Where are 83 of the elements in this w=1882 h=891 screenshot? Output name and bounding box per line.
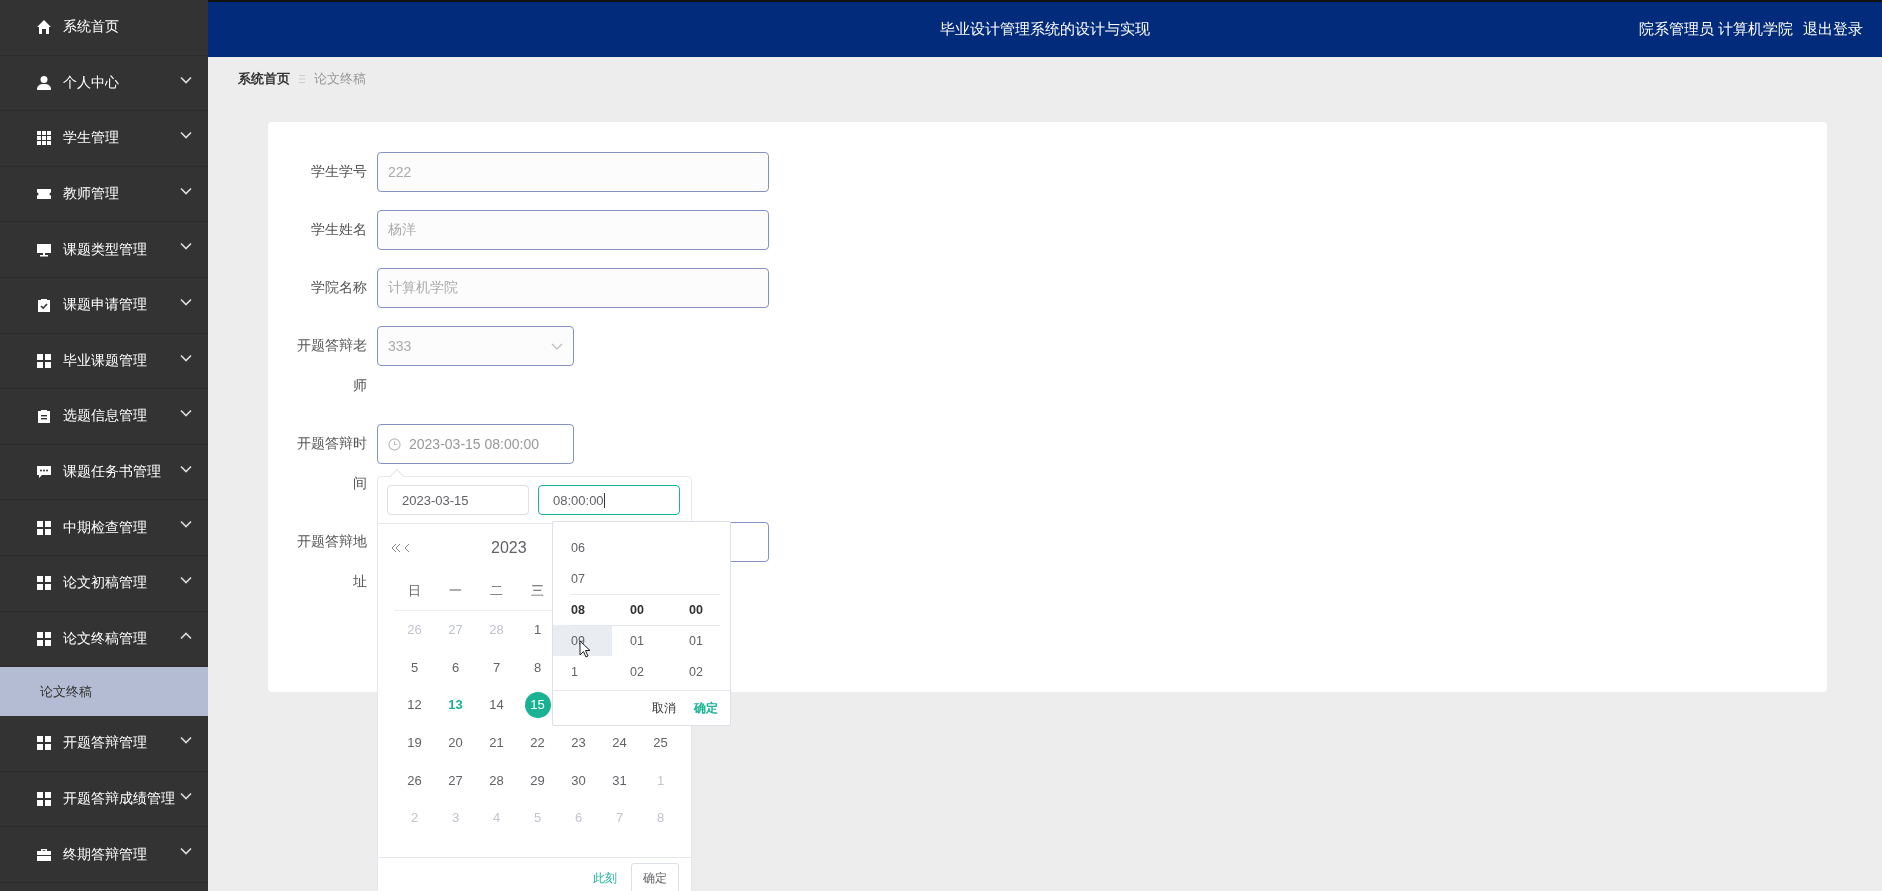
calendar-day[interactable]: 26 [401,767,428,794]
field-label: 开题答辩老师 [297,337,367,395]
field-label: 开题答辩时间 [297,435,367,493]
sidebar-item[interactable]: 中期检查管理 [0,500,208,556]
calendar-day[interactable]: 23 [565,729,592,756]
sidebar-item[interactable]: 论文初稿管理 [0,555,208,612]
grid-icon [36,791,52,807]
clipboard-check-icon [36,297,52,314]
sidebar-item[interactable]: 课题申请管理 [0,277,208,334]
weekday-label: 三 [531,582,544,600]
calendar-day[interactable]: 27 [442,767,469,794]
calendar-day[interactable]: 24 [606,729,633,756]
sidebar-item[interactable]: 课题类型管理 [0,222,208,278]
time-option[interactable]: 07 [553,563,612,594]
user-icon [36,74,52,91]
time-option[interactable]: 01 [671,625,730,656]
double-chevron-left-icon [391,543,401,553]
logout-link[interactable]: 退出登录 [1803,20,1863,39]
app-title: 毕业设计管理系统的设计与实现 [940,20,1150,39]
calendar-day[interactable]: 20 [442,729,469,756]
field-label: 学生学号 [310,163,367,181]
sidebar-item[interactable]: 开题答辩成绩管理 [0,771,208,828]
breadcrumb-item[interactable]: 系统首页 [238,70,290,88]
field-label: 学院名称 [310,279,367,297]
grid-icon [36,575,52,592]
field-label: 学生姓名 [310,221,367,239]
date-input[interactable]: 2023-03-15 [387,485,529,515]
grid-icon [36,352,52,369]
month-title[interactable]: 2023 [491,539,527,557]
chevron-left-icon [403,543,411,553]
time-option[interactable]: 01 [612,625,671,656]
time-option[interactable]: 00 [671,594,730,625]
weekday-label: 一 [449,582,462,600]
calendar-day[interactable]: 22 [524,729,551,756]
calendar-day[interactable]: 30 [565,767,592,794]
cancel-link[interactable]: 取消 [652,700,676,717]
field-label: 开题答辩地址 [297,533,367,591]
time-option[interactable]: 1 [553,656,612,687]
chat-icon [36,464,52,481]
calendar-day[interactable]: 6 [442,654,469,681]
calendar-day[interactable]: 28 [483,767,510,794]
calendar-day[interactable]: 21 [483,729,510,756]
sidebar-item[interactable]: 开题答辩管理 [0,716,208,772]
clipboard-icon [36,408,52,425]
sidebar-item[interactable]: 个人中心 [0,55,208,112]
sidebar-item[interactable]: 课题任务书管理 [0,444,208,501]
user-info: 院系管理员 计算机学院 [1638,20,1793,39]
ok-button[interactable]: 确定 [631,863,679,891]
grid-icon [36,630,52,647]
sidebar-item[interactable]: 终期答辩管理 [0,827,208,883]
calendar-day[interactable]: 19 [401,729,428,756]
time-option[interactable]: 06 [553,532,612,563]
calendar-day[interactable]: 14 [483,692,510,718]
calendar-day[interactable]: 8 [524,654,551,681]
calendar-day[interactable]: 25 [647,729,674,756]
monitor-icon [36,241,52,258]
separator-icon [298,74,306,84]
sidebar-item[interactable]: 毕业课题管理 [0,333,208,390]
grid-icon [36,735,52,752]
calendar-day[interactable]: 12 [401,692,428,718]
calendar-day[interactable]: 29 [524,767,551,794]
submenu-item[interactable]: 论文终稿 [0,667,208,717]
time-input[interactable]: 08:00:00 [538,485,680,515]
calendar-day[interactable]: 31 [606,767,633,794]
grid-icon [36,519,52,536]
calendar-day[interactable]: 7 [483,654,510,681]
sidebar-item[interactable]: 学生管理 [0,111,208,167]
home-icon [36,19,52,36]
briefcase-icon [36,846,52,863]
clock-icon [388,437,401,451]
weekday-label: 二 [490,582,503,600]
time-option[interactable]: 00 [612,594,671,625]
calendar-day[interactable]: 5 [401,654,428,681]
grid-icon [36,130,52,147]
sidebar-item[interactable]: 教师管理 [0,166,208,223]
sidebar-item[interactable]: 选题信息管理 [0,389,208,445]
time-option[interactable]: 02 [612,656,671,687]
breadcrumb-item: 论文终稿 [314,70,366,88]
time-option[interactable]: 02 [671,656,730,687]
chevron-down-icon [551,342,563,350]
calendar-day[interactable]: 1 [524,616,551,643]
weekday-label: 日 [408,582,421,600]
time-option[interactable]: 08 [553,594,612,625]
